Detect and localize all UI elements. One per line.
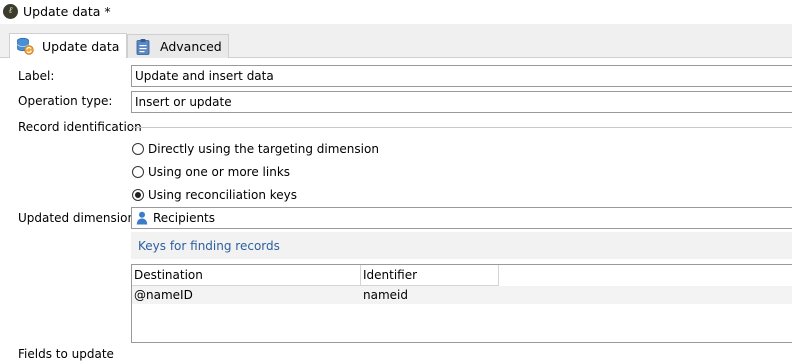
operation-type-value: Insert or update	[135, 95, 232, 109]
operation-type-select[interactable]: Insert or update	[131, 91, 792, 113]
label-input-value: Update and insert data	[135, 69, 274, 83]
database-sync-icon	[16, 37, 34, 55]
radio-targeting-dimension-label: Directly using the targeting dimension	[148, 142, 379, 156]
label-input[interactable]: Update and insert data	[131, 65, 792, 87]
label-caption: Label:	[18, 69, 55, 83]
tab-advanced-label: Advanced	[160, 39, 222, 54]
clipboard-icon	[134, 38, 152, 56]
radio-button-checked[interactable]	[132, 189, 144, 201]
keys-table[interactable]: Destination Identifier @nameID nameid	[131, 264, 792, 343]
radio-links[interactable]: Using one or more links	[132, 165, 290, 179]
radio-button[interactable]	[132, 166, 144, 178]
cell-identifier: nameid	[363, 288, 408, 302]
radio-targeting-dimension[interactable]: Directly using the targeting dimension	[132, 142, 379, 156]
radio-button[interactable]	[132, 143, 144, 155]
title-bar	[0, 0, 792, 24]
radio-reconciliation-keys-label: Using reconciliation keys	[148, 188, 298, 202]
fields-to-update-caption: Fields to update	[18, 347, 114, 361]
table-row[interactable]: @nameID nameid	[132, 286, 792, 304]
updated-dimension-value: Recipients	[153, 211, 216, 225]
table-header: Destination Identifier	[132, 265, 792, 286]
cell-destination: @nameID	[134, 288, 193, 302]
app-logo-icon: ℓ	[3, 4, 18, 19]
tab-update-data-label: Update data	[42, 38, 120, 54]
section-divider	[131, 127, 792, 128]
updated-dimension-field[interactable]: Recipients	[131, 207, 792, 229]
updated-dimension-caption: Updated dimension:	[18, 211, 140, 225]
column-header-identifier[interactable]: Identifier	[361, 265, 499, 286]
keys-for-finding-records-link[interactable]: Keys for finding records	[138, 238, 280, 254]
record-identification-caption: Record identification	[18, 120, 142, 134]
tab-advanced[interactable]: Advanced	[127, 34, 229, 58]
window-title: Update data *	[23, 4, 111, 19]
column-header-destination[interactable]: Destination	[132, 265, 361, 286]
tab-update-data[interactable]: Update data	[9, 33, 127, 58]
radio-links-label: Using one or more links	[148, 165, 291, 179]
person-icon	[136, 211, 148, 225]
radio-reconciliation-keys[interactable]: Using reconciliation keys	[132, 188, 297, 202]
operation-type-caption: Operation type:	[18, 94, 113, 108]
